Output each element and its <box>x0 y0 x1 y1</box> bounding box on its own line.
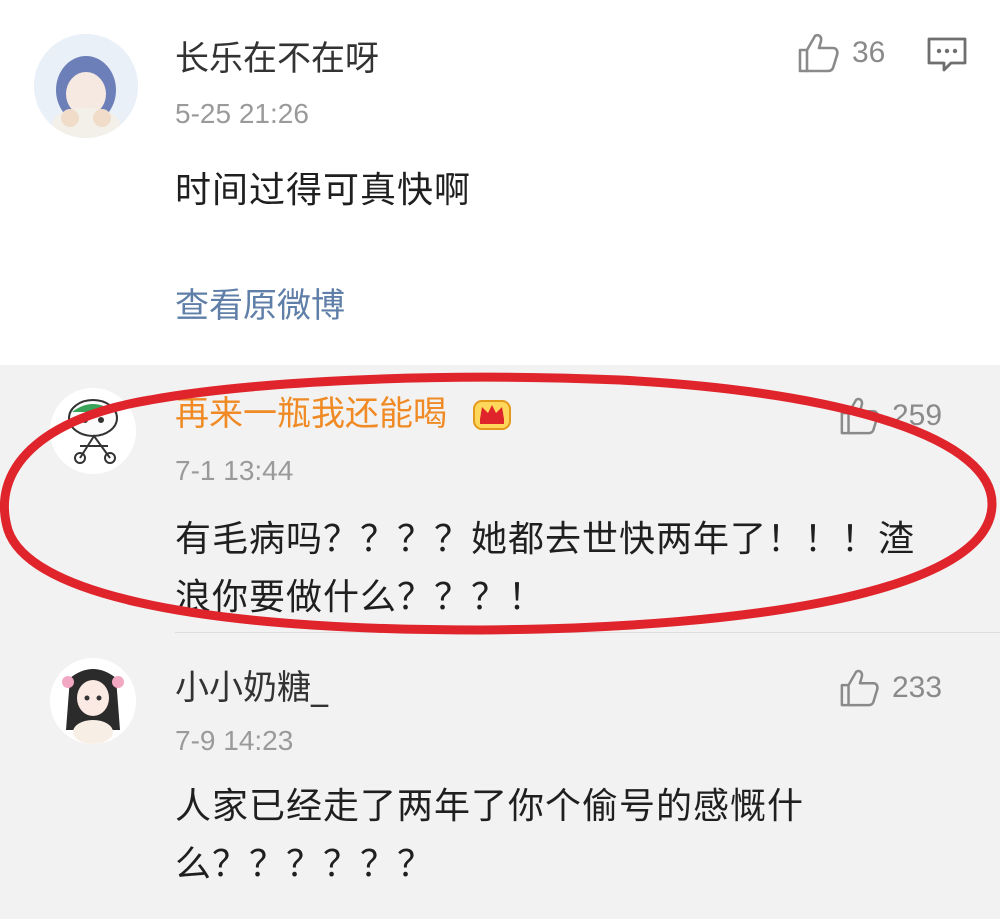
timestamp: 7-9 14:23 <box>175 725 294 756</box>
main-comment-card: 长乐在不在呀 5-25 21:26 时间过得可真快啊 查看原微博 36 <box>0 0 1000 365</box>
comment-text: 时间过得可真快啊 <box>175 170 472 211</box>
author-name[interactable]: 再来一瓶我还能喝 <box>175 397 447 431</box>
reply-text-line: 么？？？？？？ <box>175 844 435 885</box>
reply-text-line: 有毛病吗？？？？她都去世快两年了！！！渣 <box>175 519 916 560</box>
thumbs-up-icon <box>798 33 839 73</box>
reply-text-line: 浪你要做什么？？？！ <box>175 577 546 618</box>
reply-text: 有毛病吗？？？？她都去世快两年了！！！渣 浪你要做什么？？？！ <box>175 511 915 627</box>
thumbs-up-icon <box>840 669 879 707</box>
reply-text: 人家已经走了两年了你个偷号的感慨什 么？？？？？？ <box>175 778 804 894</box>
like-button[interactable]: 233 <box>838 668 942 708</box>
reply-list: 再来一瓶我还能喝 7-1 13:44 有毛病吗？？？？她都去世快两年了！！！渣 … <box>0 365 1000 919</box>
timestamp: 5-25 21:26 <box>175 98 309 129</box>
thumbs-up-icon <box>840 397 879 435</box>
avatar[interactable] <box>50 388 136 474</box>
like-count: 233 <box>892 671 943 704</box>
like-count: 36 <box>852 36 886 69</box>
avatar[interactable] <box>34 34 138 138</box>
view-original-weibo-link[interactable]: 查看原微博 <box>175 289 345 323</box>
author-name[interactable]: 小小奶糖_ <box>175 671 328 705</box>
like-button[interactable]: 259 <box>838 396 942 436</box>
like-count: 259 <box>892 399 943 432</box>
author-name[interactable]: 长乐在不在呀 <box>175 42 379 76</box>
avatar[interactable] <box>50 658 136 744</box>
reply-text-line: 人家已经走了两年了你个偷号的感慨什 <box>175 786 805 827</box>
crown-icon <box>470 393 514 437</box>
like-button[interactable]: 36 <box>796 32 885 74</box>
divider <box>175 632 1000 633</box>
timestamp: 7-1 13:44 <box>175 455 294 486</box>
comment-icon[interactable] <box>926 36 968 78</box>
